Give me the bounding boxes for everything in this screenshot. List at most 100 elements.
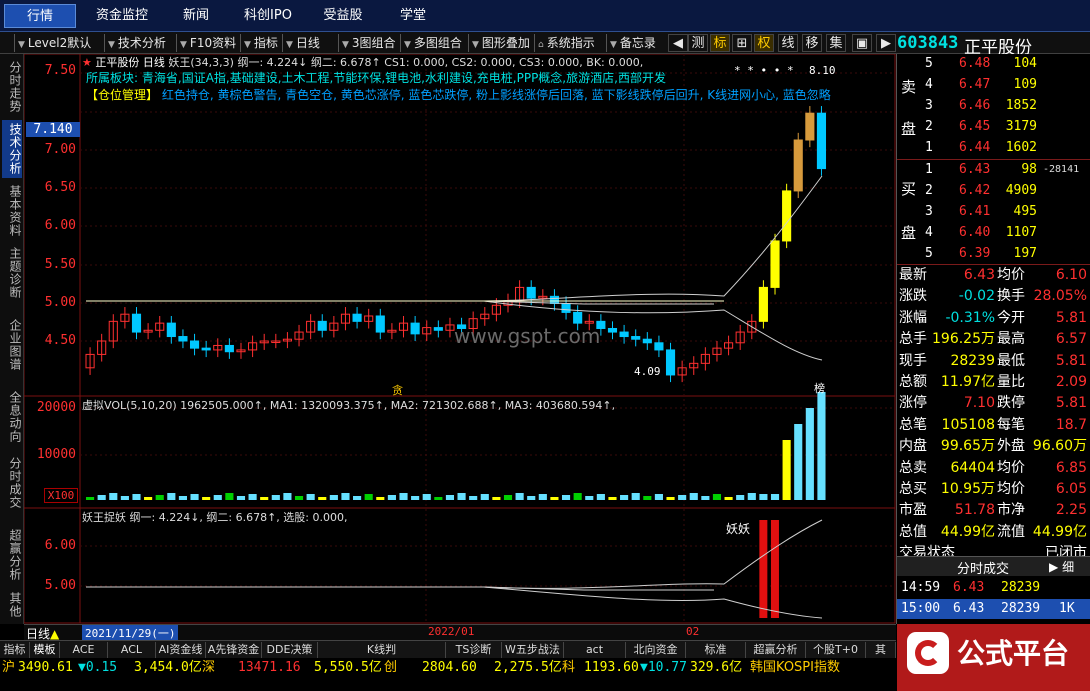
buy-row-1[interactable]: 1 6.43 98 -28141 <box>897 160 1090 180</box>
vtab-intraday[interactable]: 分时走势 <box>2 58 22 116</box>
menu-tab-news[interactable]: 新闻 <box>166 4 226 28</box>
yao-info-line: 妖王捉妖 纲一: 4.224↓, 纲二: 6.678↑, 选股: 0.000, <box>82 509 348 525</box>
toolbar-multichart-button[interactable]: ▼ 多图组合 <box>400 34 465 52</box>
toolbar-label: F10资料 <box>189 36 237 50</box>
menu-tab-beneficiary[interactable]: 受益股 <box>310 4 376 28</box>
toolbar-level2-button[interactable]: ▼ Level2默认 <box>14 34 94 52</box>
toolbar-set-button[interactable]: 集 <box>826 34 846 52</box>
ind-tab[interactable]: 其 <box>866 642 896 658</box>
ind-tab[interactable]: ACE <box>60 642 108 658</box>
menu-tab-market[interactable]: 行情 <box>4 4 76 28</box>
volume-bar <box>654 494 663 500</box>
vtab-company-graph[interactable]: 企业图谱 <box>2 316 22 374</box>
toolbar-move-button[interactable]: 移 <box>802 34 822 52</box>
toolbar-measure-button[interactable]: 测 <box>688 34 708 52</box>
date-axis-bar: 日线▲ 2021/11/29(一) 2022/01 02 <box>24 624 896 641</box>
ind-tab[interactable]: DDE决策 <box>262 642 318 658</box>
toolbar-mark-button[interactable]: 标 <box>710 34 730 52</box>
position-label: 【仓位管理】 <box>86 88 159 102</box>
chart-area[interactable]: 7.140 7.50 7.00 6.50 6.00 5.50 5.00 4.50… <box>24 54 896 624</box>
menu-tab-star-ipo[interactable]: 科创IPO <box>234 4 302 28</box>
sell-row-3[interactable]: 3 6.46 1852 <box>897 96 1090 116</box>
volume-bar <box>213 495 222 500</box>
buy-row-4[interactable]: 4 6.40 1107 <box>897 223 1090 243</box>
ind-tab[interactable]: ACL <box>108 642 156 658</box>
dropdown-arrow-icon: ▼ <box>108 40 115 50</box>
menu-tab-fund-monitor[interactable]: 资金监控 <box>82 4 162 28</box>
vtab-theme-diagnosis[interactable]: 主题诊断 <box>2 244 22 302</box>
ind-tab[interactable]: 指标 <box>0 642 30 658</box>
stat-value: 2.25 <box>1055 502 1087 519</box>
ticker-amount: 3,454.0亿 <box>134 660 202 675</box>
vtab-basic-info[interactable]: 基本资料 <box>2 182 22 240</box>
ind-tab[interactable]: TS诊断 <box>446 642 502 658</box>
sell-row-4[interactable]: 4 6.47 109 <box>897 75 1090 95</box>
toolbar-tech-analysis-button[interactable]: ▼ 技术分析 <box>104 34 169 52</box>
ticker-value: 13471.16 <box>238 660 301 675</box>
toolbar-next-icon[interactable]: ▶ <box>876 34 896 52</box>
toolbar-indicator-button[interactable]: ▼ 指标 <box>240 34 281 52</box>
toolbar-label: 指标 <box>253 36 278 50</box>
vtab-other[interactable]: 其他 <box>2 590 22 620</box>
toolbar-window-icon[interactable]: ▣ <box>852 34 872 52</box>
stat-label: 总值 <box>899 523 927 540</box>
buy-row-5[interactable]: 5 6.39 197 <box>897 244 1090 264</box>
stat-label: 均价 <box>997 481 1025 497</box>
toolbar-memo-button[interactable]: ▼ 备忘录 <box>606 34 659 52</box>
high-price-label: 8.10 <box>809 64 836 77</box>
toolbar-line-button[interactable]: 线 <box>778 34 798 52</box>
stat-label: 市盈 <box>899 502 927 519</box>
volume-tick: 10000 <box>36 447 76 462</box>
ind-tab[interactable]: act <box>564 642 626 658</box>
toolbar-daily-button[interactable]: ▼ 日线 <box>282 34 323 52</box>
vtab-trades[interactable]: 分时成交 <box>2 454 22 512</box>
sell-row-1[interactable]: 1 6.44 1602 <box>897 138 1090 158</box>
ticker-amount: 329.6亿 <box>690 660 743 675</box>
toolbar-sys-indicator-button[interactable]: ⌂ 系统指示 <box>534 34 598 52</box>
volume-bar <box>550 497 559 500</box>
vtab-super-analysis[interactable]: 超赢分析 <box>2 526 22 584</box>
toolbar-prev-icon[interactable]: ◀ <box>668 34 688 52</box>
ticker-change: ▼0.15 <box>78 660 118 675</box>
lock-icon: ⌂ <box>538 40 544 50</box>
ind-tab[interactable]: W五步战法 <box>502 642 564 658</box>
sell-row-5[interactable]: 5 6.48 104 <box>897 54 1090 74</box>
stat-label: 最高 <box>997 331 1025 348</box>
stat-value: 18.7 <box>1055 416 1087 433</box>
buy-row-3[interactable]: 3 6.41 495 <box>897 202 1090 222</box>
ind-tab[interactable]: 个股T+0 <box>806 642 866 658</box>
menu-tab-school[interactable]: 学堂 <box>384 4 442 28</box>
toolbar-f10-button[interactable]: ▼ F10资料 <box>176 34 239 52</box>
sell-row-2[interactable]: 2 6.45 3179 <box>897 117 1090 137</box>
stat-value: 28239 <box>950 352 995 369</box>
price-tick: 5.00 <box>44 295 76 310</box>
ind-tab[interactable]: AI资金线 <box>156 642 206 658</box>
ind-tab[interactable]: 超赢分析 <box>746 642 806 658</box>
candle-body <box>654 342 664 351</box>
stat-label: 每笔 <box>997 416 1025 433</box>
ind-tab[interactable]: 北向资金 <box>626 642 686 658</box>
ind-tab[interactable]: 模板 <box>30 642 60 658</box>
ticker-value: 3490.61 <box>18 660 73 675</box>
toolbar-rights-button[interactable]: 权 <box>754 34 774 52</box>
stat-value: 6.57 <box>1055 331 1087 348</box>
buy-row-2[interactable]: 2 6.42 4909 <box>897 181 1090 201</box>
trades-detail-tab[interactable]: ▶ 细 <box>1049 558 1074 575</box>
ind-tab[interactable]: K线判 <box>318 642 446 658</box>
volume-bar <box>480 494 489 500</box>
toolbar-overlay-button[interactable]: ▼ 图形叠加 <box>468 34 533 52</box>
volume-bar <box>573 493 582 500</box>
toolbar-3chart-button[interactable]: ▼ 3图组合 <box>338 34 399 52</box>
date-cursor-label: 2021/11/29(一) <box>82 625 179 641</box>
ind-tab[interactable]: A先锋资金 <box>206 642 262 658</box>
stat-value: 5.81 <box>1055 352 1087 369</box>
trades-header[interactable]: 分时成交 ▶ 细 <box>897 556 1090 577</box>
stat-value: 99.65万 <box>940 438 995 455</box>
price-tick: 7.00 <box>44 142 76 157</box>
stat-value: -0.31% <box>945 309 995 326</box>
vtab-tech-analysis[interactable]: 技术分析 <box>2 120 22 178</box>
vtab-holo-trend[interactable]: 全息动向 <box>2 388 22 446</box>
ind-tab[interactable]: 标准 <box>686 642 746 658</box>
toolbar-grid-button[interactable]: ⊞ <box>732 34 752 52</box>
stat-value: 11.97亿 <box>940 374 995 390</box>
